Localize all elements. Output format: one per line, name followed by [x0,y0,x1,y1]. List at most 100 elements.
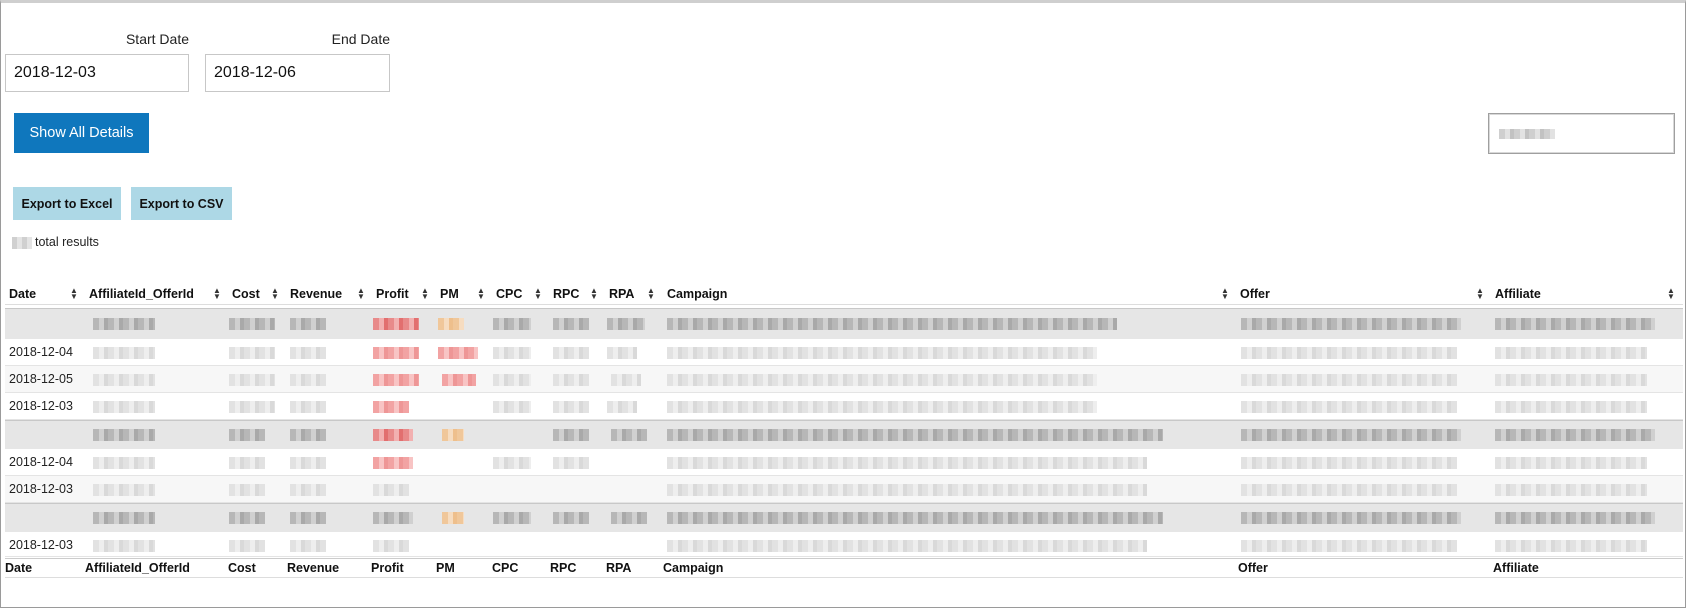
redacted-cell [553,401,589,413]
redacted-cell [667,512,1163,524]
redacted-cell [493,318,531,330]
col-affiliate[interactable]: Affiliate [1495,287,1541,301]
redacted-cell [290,318,326,330]
redacted-cell [229,540,265,552]
footer-revenue: Revenue [287,561,340,575]
redacted-cell [1495,318,1655,330]
show-all-details-button[interactable]: Show All Details [14,113,149,153]
redacted-cell [553,512,589,524]
redacted-cell [229,374,275,386]
table-row[interactable]: 2018-12-05 [5,366,1683,393]
redacted-cell [229,318,275,330]
export-csv-button[interactable]: Export to CSV [131,187,232,220]
redacted-cell [290,347,326,359]
redacted-cell [493,374,531,386]
sort-icon[interactable]: ▲ ▼ [213,287,221,301]
row-date: 2018-12-03 [9,482,73,496]
footer-rpa: RPA [606,561,632,575]
total-results-label: total results [35,235,99,249]
redacted-cell [373,457,413,469]
col-pm[interactable]: PM [440,287,459,301]
redacted-cell [373,540,409,552]
redacted-cell [667,401,1097,413]
col-affiliate-offer[interactable]: AffiliateId_OfferId [89,287,194,301]
table-row[interactable] [5,503,1683,533]
redacted-cell [373,512,413,524]
redacted-cell [93,484,155,496]
redacted-cell [373,401,409,413]
redacted-cell [93,401,155,413]
redacted-cell [438,318,464,330]
sort-icon[interactable]: ▲ ▼ [590,287,598,301]
redacted-cell [229,401,275,413]
table-row[interactable] [5,420,1683,450]
col-rpc[interactable]: RPC [553,287,579,301]
row-date: 2018-12-03 [9,538,73,552]
table-row[interactable]: 2018-12-04 [5,339,1683,366]
redacted-cell [667,484,1147,496]
redacted-cell [1495,512,1655,524]
sort-icon[interactable]: ▲ ▼ [1667,287,1675,301]
col-rpa[interactable]: RPA [609,287,634,301]
sort-icon[interactable]: ▲ ▼ [534,287,542,301]
col-profit[interactable]: Profit [376,287,409,301]
redacted-cell [607,347,637,359]
redacted-cell [1495,374,1647,386]
redacted-cell [611,374,641,386]
row-date: 2018-12-04 [9,455,73,469]
col-offer[interactable]: Offer [1240,287,1270,301]
redacted-cell [373,429,413,441]
redacted-cell [667,457,1147,469]
redacted-search-text [1499,129,1555,139]
end-date-label: End Date [331,31,390,47]
redacted-cell [229,347,275,359]
redacted-cell [667,318,1117,330]
end-date-input[interactable] [205,54,390,92]
sort-icon[interactable]: ▲ ▼ [70,287,78,301]
redacted-cell [93,457,155,469]
total-results: total results [12,235,99,249]
table-row[interactable]: 2018-12-04 [5,449,1683,476]
redacted-cell [667,374,1097,386]
sort-icon[interactable]: ▲ ▼ [357,287,365,301]
col-revenue[interactable]: Revenue [290,287,342,301]
col-date[interactable]: Date [9,287,36,301]
table-row[interactable]: 2018-12-03 [5,476,1683,503]
redacted-cell [438,347,478,359]
redacted-cell [290,429,326,441]
redacted-cell [229,512,265,524]
redacted-cell [1495,540,1647,552]
table-row[interactable] [5,308,1683,340]
table-row[interactable]: 2018-12-03 [5,532,1683,557]
redacted-cell [93,512,155,524]
table-row[interactable]: 2018-12-03 [5,393,1683,420]
redacted-cell [1241,484,1457,496]
sort-icon[interactable]: ▲ ▼ [1221,287,1229,301]
search-input[interactable] [1488,113,1675,154]
redacted-cell [1241,374,1457,386]
col-campaign[interactable]: Campaign [667,287,727,301]
redacted-cell [93,374,155,386]
sort-icon[interactable]: ▲ ▼ [271,287,279,301]
redacted-cell [1241,347,1457,359]
sort-icon[interactable]: ▲ ▼ [1476,287,1484,301]
col-cost[interactable]: Cost [232,287,260,301]
footer-cost: Cost [228,561,256,575]
redacted-cell [1241,429,1461,441]
redacted-cell [373,484,409,496]
footer-rpc: RPC [550,561,577,575]
redacted-cell [229,457,265,469]
sort-icon[interactable]: ▲ ▼ [477,287,485,301]
redacted-cell [553,374,589,386]
sort-icon[interactable]: ▲ ▼ [421,287,429,301]
table-footer: Date AffiliateId_OfferId Cost Revenue Pr… [5,558,1683,578]
footer-campaign: Campaign [663,561,724,575]
col-cpc[interactable]: CPC [496,287,522,301]
redacted-cell [1495,484,1647,496]
export-excel-button[interactable]: Export to Excel [13,187,121,220]
sort-icon[interactable]: ▲ ▼ [647,287,655,301]
row-date: 2018-12-03 [9,399,73,413]
footer-cpc: CPC [492,561,519,575]
start-date-input[interactable] [5,54,189,92]
redacted-cell [1495,401,1647,413]
